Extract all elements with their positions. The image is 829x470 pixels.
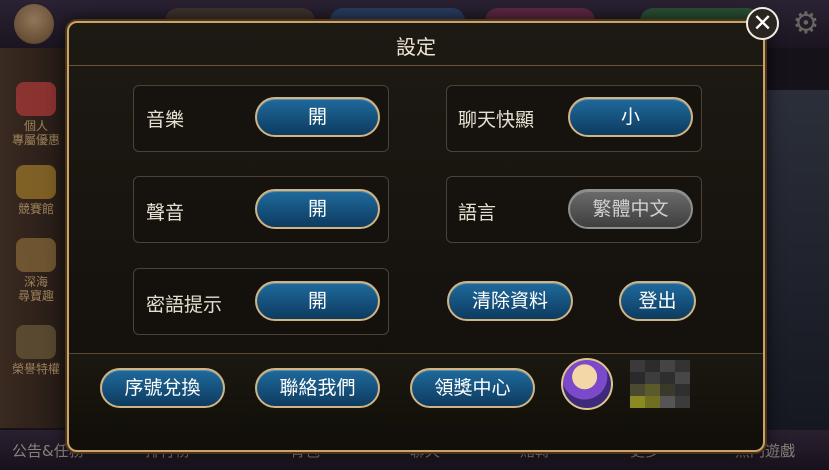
music-label: 音樂 — [146, 109, 185, 131]
rewards-center-button[interactable]: 領獎中心 — [410, 368, 535, 408]
modal-header: 設定 — [69, 23, 763, 66]
logout-button[interactable]: 登出 — [619, 281, 696, 321]
music-toggle[interactable]: 開 — [255, 97, 380, 137]
password-hint-label: 密語提示 — [146, 294, 223, 316]
close-button[interactable]: ✕ — [746, 7, 779, 40]
sound-label: 聲音 — [146, 202, 185, 224]
trophy-icon — [16, 165, 56, 199]
contact-us-button[interactable]: 聯絡我們 — [255, 368, 380, 408]
gear-icon[interactable]: ⚙ — [790, 8, 822, 40]
chat-popup-label: 聊天快顯 — [458, 109, 535, 131]
password-hint-toggle[interactable]: 開 — [255, 281, 380, 321]
gift-icon — [16, 82, 56, 116]
avatar[interactable] — [561, 358, 613, 410]
sound-toggle[interactable]: 開 — [255, 189, 380, 229]
modal-title: 設定 — [396, 35, 436, 59]
right-promo-banner — [765, 90, 829, 430]
clear-data-button[interactable]: 清除資料 — [447, 281, 573, 321]
language-label: 語言 — [458, 202, 497, 224]
sidebar-item-competition[interactable]: 競賽館 — [6, 165, 66, 216]
treasure-map-icon — [16, 238, 56, 272]
language-select[interactable]: 繁體中文 — [568, 189, 693, 229]
bg-player-avatar — [14, 4, 54, 44]
chest-icon — [16, 325, 56, 359]
sidebar-item-treasure[interactable]: 深海 尋寶趣 — [6, 238, 66, 303]
sidebar-item-honor[interactable]: 榮譽特權 — [6, 325, 66, 376]
player-name-redacted — [630, 360, 690, 408]
redeem-code-button[interactable]: 序號兌換 — [100, 368, 225, 408]
close-icon: ✕ — [752, 9, 773, 37]
chat-popup-toggle[interactable]: 小 — [568, 97, 693, 137]
sidebar-item-personal-offer[interactable]: 個人 專屬優惠 — [6, 82, 66, 147]
